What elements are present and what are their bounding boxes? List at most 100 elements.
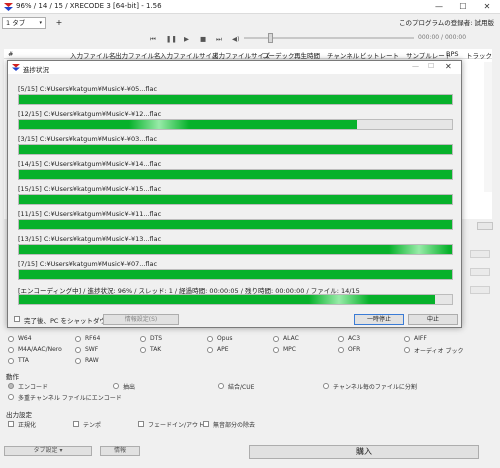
col-number[interactable]: # <box>8 50 13 58</box>
file-list-header: # 入力ファイル名 出力ファイル名 入力ファイルサイズ 出力ファイルサイズ コー… <box>4 49 492 60</box>
file-progress-label: [15/15] C:¥Users¥katgum¥Music¥-¥15...fla… <box>18 185 162 193</box>
side-button[interactable] <box>470 268 490 276</box>
progress-glow <box>309 295 369 304</box>
format-label: M4A/AAC/Nero <box>18 346 62 353</box>
output-label: 正規化 <box>18 422 37 429</box>
format-radio[interactable] <box>338 347 344 353</box>
progress-dialog: 進捗状況 — ☐ ✕ [5/15] C:¥Users¥katgum¥Music¥… <box>7 60 462 328</box>
action-label: 多重チャンネル ファイルにエンコード <box>18 395 122 402</box>
file-progress-label: [14/15] C:¥Users¥katgum¥Music¥-¥14...fla… <box>18 160 162 168</box>
progress-glow <box>129 120 189 129</box>
pause-icon[interactable]: ❚❚ <box>166 35 177 43</box>
action-label: チャンネル毎のファイルに分割 <box>333 384 417 391</box>
action-extract-radio[interactable] <box>113 383 119 389</box>
file-progress-label: [11/15] C:¥Users¥katgum¥Music¥-¥11...fla… <box>18 210 162 218</box>
format-label: APE <box>217 346 229 353</box>
format-radio[interactable] <box>207 336 213 342</box>
normalize-checkbox[interactable] <box>8 421 14 427</box>
next-icon[interactable]: ⏭ <box>216 35 222 44</box>
file-progress-label: [7/15] C:¥Users¥katgum¥Music¥-¥07...flac <box>18 260 158 268</box>
shutdown-checkbox[interactable] <box>14 316 20 322</box>
format-radio[interactable] <box>207 347 213 353</box>
dialog-minimize-button[interactable]: — <box>412 62 419 70</box>
format-radio[interactable] <box>8 347 14 353</box>
list-scrollbar[interactable] <box>484 62 492 192</box>
stop-icon[interactable]: ■ <box>200 35 206 43</box>
tab-settings-label: タブ設定 <box>33 447 58 454</box>
col-bps[interactable]: BPS <box>446 50 459 58</box>
format-radio[interactable] <box>404 347 410 353</box>
tab-label: 1 タブ <box>6 19 26 27</box>
file-progress-label: [5/15] C:¥Users¥katgum¥Music¥-¥05...flac <box>18 85 158 93</box>
file-progress-bar <box>18 244 453 255</box>
progress-fill <box>19 295 435 304</box>
fade-checkbox[interactable] <box>138 421 144 427</box>
add-tab-button[interactable]: + <box>52 17 66 29</box>
shutdown-label: 完了後、PC をシャットダウン <box>24 317 113 325</box>
format-radio[interactable] <box>140 336 146 342</box>
prev-icon[interactable]: ⏮ <box>150 35 156 44</box>
volume-icon[interactable]: ◀) <box>232 35 240 43</box>
action-multichannel-radio[interactable] <box>8 394 14 400</box>
action-label: エンコード <box>18 384 49 391</box>
cancel-button[interactable]: 中止 <box>408 314 458 325</box>
title-bar: 96% / 14 / 15 / XRECODE 3 [64-bit] - 1.5… <box>0 0 500 14</box>
file-progress-bar <box>18 169 453 180</box>
action-encode-radio[interactable] <box>8 383 14 389</box>
play-icon[interactable]: ▶ <box>184 35 189 43</box>
file-progress-bar <box>18 269 453 280</box>
format-radio[interactable] <box>8 358 14 364</box>
action-label: 結合/CUE <box>228 384 255 391</box>
side-button[interactable] <box>470 286 490 294</box>
format-label: Opus <box>217 335 233 342</box>
progress-fill <box>19 220 452 229</box>
silence-checkbox[interactable] <box>203 421 209 427</box>
seek-thumb[interactable] <box>268 33 273 43</box>
format-radio[interactable] <box>404 336 410 342</box>
close-button[interactable]: ✕ <box>476 0 498 14</box>
pause-button[interactable]: 一時停止 <box>354 314 404 325</box>
format-radio[interactable] <box>75 336 81 342</box>
file-progress-bar <box>18 219 453 230</box>
tempo-checkbox[interactable] <box>73 421 79 427</box>
format-label: RF64 <box>85 335 101 342</box>
progress-fill <box>19 95 452 104</box>
format-label: ALAC <box>283 335 299 342</box>
tab-settings-button[interactable]: タブ設定 ▾ <box>4 446 92 456</box>
format-dropdown[interactable] <box>477 222 493 230</box>
progress-fill <box>19 195 452 204</box>
format-radio[interactable] <box>273 336 279 342</box>
dialog-maximize-button[interactable]: ☐ <box>428 62 434 70</box>
dialog-title: 進捗状況 <box>23 66 49 74</box>
format-label: TAK <box>150 346 162 353</box>
format-radio[interactable] <box>8 336 14 342</box>
settings-button[interactable]: 情報設定(S) <box>103 314 179 325</box>
file-progress-label: [13/15] C:¥Users¥katgum¥Music¥-¥13...fla… <box>18 235 162 243</box>
registrant-text: このプログラムの登録者: 試用版 <box>398 19 494 27</box>
format-label: DTS <box>150 335 163 342</box>
format-label: MPC <box>283 346 296 353</box>
info-button[interactable]: 情報 <box>100 446 140 456</box>
action-section-title: 動作 <box>6 373 19 381</box>
format-radio[interactable] <box>140 347 146 353</box>
maximize-button[interactable]: ☐ <box>452 0 474 14</box>
progress-fill <box>19 270 452 279</box>
minimize-button[interactable]: — <box>428 0 450 14</box>
action-split-radio[interactable] <box>323 383 329 389</box>
format-label: RAW <box>85 357 99 364</box>
convert-button[interactable]: 購入 <box>249 445 479 459</box>
format-label: AC3 <box>348 335 361 342</box>
action-join-radio[interactable] <box>218 383 224 389</box>
file-progress-label: [12/15] C:¥Users¥katgum¥Music¥-¥12...fla… <box>18 110 162 118</box>
format-radio[interactable] <box>273 347 279 353</box>
time-display: 000:00 / 000:00 <box>418 34 467 41</box>
format-label: SWF <box>85 346 99 353</box>
format-radio[interactable] <box>338 336 344 342</box>
chevron-down-icon: ▾ <box>59 447 63 454</box>
format-radio[interactable] <box>75 347 81 353</box>
format-radio[interactable] <box>75 358 81 364</box>
side-button[interactable] <box>470 250 490 258</box>
dialog-close-button[interactable]: ✕ <box>445 62 452 71</box>
dialog-title-bar: 進捗状況 — ☐ ✕ <box>8 61 461 74</box>
tab-1[interactable]: 1 タブ ▾ <box>2 17 46 29</box>
